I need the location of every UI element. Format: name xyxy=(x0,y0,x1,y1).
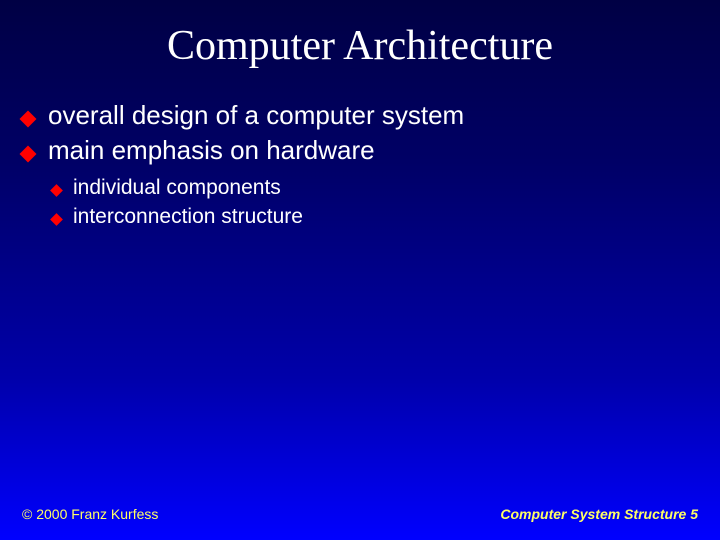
bullet-list: overall design of a computer system main… xyxy=(22,98,720,168)
bullet-item: main emphasis on hardware xyxy=(22,133,720,168)
slide-footer: © 2000 Franz Kurfess Computer System Str… xyxy=(0,506,720,522)
bullet-item: overall design of a computer system xyxy=(22,98,720,133)
diamond-bullet-icon xyxy=(50,184,63,197)
diamond-bullet-icon xyxy=(20,111,37,128)
footer-copyright: © 2000 Franz Kurfess xyxy=(22,506,158,522)
sub-bullet-text: interconnection structure xyxy=(73,203,303,231)
sub-bullet-list: individual components interconnection st… xyxy=(22,168,720,231)
diamond-bullet-icon xyxy=(20,146,37,163)
sub-bullet-item: interconnection structure xyxy=(52,203,720,231)
bullet-text: main emphasis on hardware xyxy=(48,133,375,168)
footer-topic: Computer System Structure 5 xyxy=(500,506,698,522)
sub-bullet-text: individual components xyxy=(73,174,281,202)
bullet-text: overall design of a computer system xyxy=(48,98,464,133)
sub-bullet-item: individual components xyxy=(52,174,720,202)
slide-content: overall design of a computer system main… xyxy=(0,98,720,231)
diamond-bullet-icon xyxy=(50,213,63,226)
slide-title: Computer Architecture xyxy=(0,0,720,98)
